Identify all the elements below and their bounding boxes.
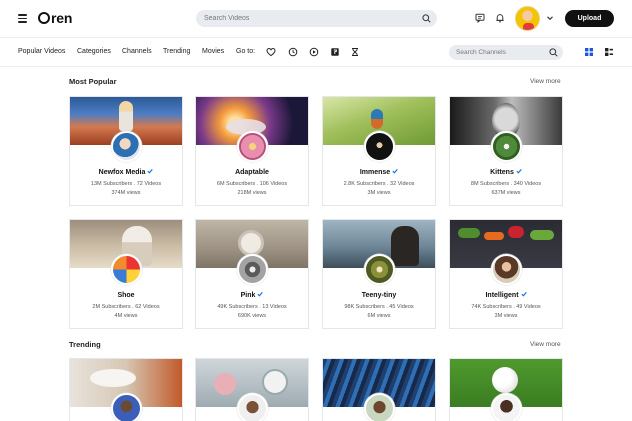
channel-name[interactable]: Intelligent bbox=[450, 292, 562, 299]
channel-card[interactable]: Intelligent 74K Subscribers . 49 Videos … bbox=[449, 219, 563, 329]
trending-card[interactable] bbox=[449, 358, 563, 421]
logo[interactable]: ren bbox=[38, 10, 72, 26]
clock-icon[interactable] bbox=[288, 47, 298, 57]
nav-categories[interactable]: Categories bbox=[77, 48, 111, 55]
verified-icon bbox=[257, 291, 264, 297]
view-more-trending-link[interactable]: View more bbox=[530, 341, 561, 348]
channel-avatar[interactable] bbox=[237, 131, 268, 162]
goto-label: Go to: bbox=[236, 48, 256, 55]
channel-name[interactable]: Newfox Media bbox=[70, 169, 182, 176]
section-title-trending: Trending bbox=[69, 340, 101, 349]
channel-card[interactable]: Teeny-tiny 98K Subscribers . 45 Videos 6… bbox=[322, 219, 436, 329]
user-avatar[interactable] bbox=[515, 6, 540, 31]
search-icon[interactable] bbox=[422, 14, 431, 23]
grid-view-icon[interactable] bbox=[585, 48, 593, 56]
channel-views: 690K views bbox=[237, 313, 267, 319]
channel-views: 374M views bbox=[111, 190, 141, 196]
trending-avatar[interactable] bbox=[491, 393, 522, 421]
trending-avatar[interactable] bbox=[364, 393, 395, 421]
channel-views: 3M views bbox=[494, 313, 518, 319]
channel-avatar[interactable] bbox=[111, 254, 142, 285]
channel-stats: 6M Subscribers . 106 Videos bbox=[216, 181, 288, 187]
channel-card[interactable]: Adaptable 6M Subscribers . 106 Videos 21… bbox=[195, 96, 309, 206]
channel-avatar[interactable] bbox=[364, 254, 395, 285]
logo-mark bbox=[38, 12, 50, 24]
trending-avatar[interactable] bbox=[237, 393, 268, 421]
channel-views: 3M views bbox=[367, 190, 391, 196]
channel-card[interactable]: Pink 49K Subscribers . 13 Videos 690K vi… bbox=[195, 219, 309, 329]
bell-icon[interactable] bbox=[495, 13, 505, 23]
view-more-popular-link[interactable]: View more bbox=[530, 78, 561, 85]
channel-card[interactable]: Kittens 8M Subscribers . 340 Videos 637M… bbox=[449, 96, 563, 206]
channel-name[interactable]: Immense bbox=[323, 169, 435, 176]
channel-avatar[interactable] bbox=[364, 131, 395, 162]
nav-popular-videos[interactable]: Popular Videos bbox=[18, 48, 65, 55]
nav-trending[interactable]: Trending bbox=[163, 48, 190, 55]
channel-card[interactable]: Newfox Media 13M Subscribers . 72 Videos… bbox=[69, 96, 183, 206]
channel-name[interactable]: Kittens bbox=[450, 169, 562, 176]
channel-name[interactable]: Pink bbox=[196, 292, 308, 299]
hourglass-icon[interactable] bbox=[350, 47, 360, 57]
video-search-input[interactable] bbox=[204, 13, 404, 24]
channel-avatar[interactable] bbox=[111, 131, 142, 162]
channel-stats: 49K Subscribers . 13 Videos bbox=[217, 304, 287, 310]
channel-stats: 8M Subscribers . 340 Videos bbox=[470, 181, 542, 187]
verified-icon bbox=[147, 168, 154, 174]
chevron-down-icon[interactable] bbox=[546, 14, 554, 22]
channel-card[interactable]: Shoe 2M Subscribers . 62 Videos 4M views bbox=[69, 219, 183, 329]
channel-search-bar bbox=[449, 45, 563, 60]
channel-views: 218M views bbox=[237, 190, 267, 196]
channel-stats: 2M Subscribers . 62 Videos bbox=[92, 304, 160, 310]
nav-bar: Popular Videos Categories Channels Trend… bbox=[0, 37, 632, 67]
channel-views: 637M views bbox=[491, 190, 521, 196]
channel-views: 4M views bbox=[114, 313, 138, 319]
channel-stats: 13M Subscribers . 72 Videos bbox=[90, 181, 162, 187]
trending-card[interactable] bbox=[69, 358, 183, 421]
search-icon[interactable] bbox=[549, 48, 558, 57]
upload-button[interactable]: Upload bbox=[565, 10, 614, 27]
channel-avatar[interactable] bbox=[491, 131, 522, 162]
channel-stats: 2.8K Subscribers . 32 Videos bbox=[343, 181, 415, 187]
channel-stats: 98K Subscribers . 45 Videos bbox=[344, 304, 414, 310]
nav-movies[interactable]: Movies bbox=[202, 48, 224, 55]
channel-stats: 74K Subscribers . 49 Videos bbox=[471, 304, 541, 310]
play-icon[interactable] bbox=[309, 47, 319, 57]
trending-avatar[interactable] bbox=[111, 393, 142, 421]
section-title-most-popular: Most Popular bbox=[69, 77, 117, 86]
trending-card[interactable] bbox=[322, 358, 436, 421]
nav-channels[interactable]: Channels bbox=[122, 48, 152, 55]
verified-icon bbox=[520, 291, 527, 297]
channel-views: 6M views bbox=[367, 313, 391, 319]
channel-avatar[interactable] bbox=[491, 254, 522, 285]
top-bar: ren Upload bbox=[0, 0, 632, 37]
heart-icon[interactable] bbox=[266, 47, 276, 57]
list-view-icon[interactable] bbox=[605, 48, 613, 56]
logo-text: ren bbox=[51, 10, 73, 26]
channel-avatar[interactable] bbox=[237, 254, 268, 285]
channel-name[interactable]: Teeny-tiny bbox=[323, 292, 435, 299]
menu-icon[interactable] bbox=[18, 14, 27, 23]
video-search-bar bbox=[196, 10, 437, 27]
channel-card[interactable]: Immense 2.8K Subscribers . 32 Videos 3M … bbox=[322, 96, 436, 206]
verified-icon bbox=[392, 168, 398, 174]
channel-name[interactable]: Adaptable bbox=[196, 169, 308, 176]
channel-search-input[interactable] bbox=[456, 47, 546, 58]
message-icon[interactable] bbox=[475, 13, 485, 23]
verified-icon bbox=[516, 168, 522, 174]
channel-name[interactable]: Shoe bbox=[70, 292, 182, 299]
trending-card[interactable] bbox=[195, 358, 309, 421]
film-icon[interactable] bbox=[330, 47, 340, 57]
